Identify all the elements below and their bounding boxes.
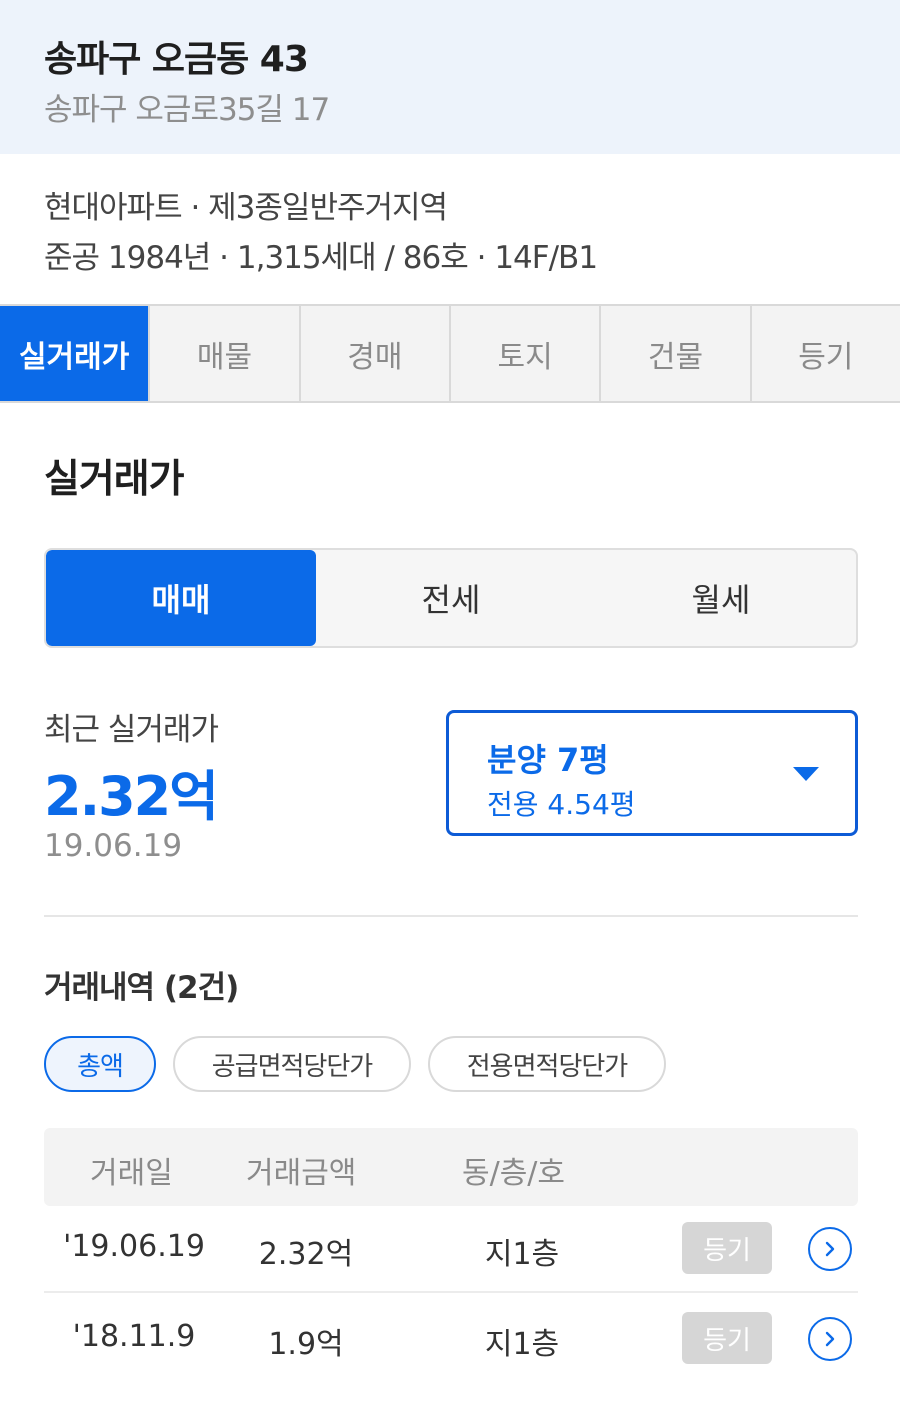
section-title: 실거래가 [44,457,185,502]
column-header-floor: 동/층/호 [462,1156,566,1191]
area-supply-label: 분양 7평 [487,741,609,779]
chevron-right-icon[interactable] [808,1317,852,1361]
segment-jeonse[interactable]: 전세 [316,550,586,646]
column-header-date: 거래일 [90,1156,173,1191]
segment-monthly-rent[interactable]: 월세 [586,550,856,646]
category-tabs: 실거래가 매물 경매 토지 건물 등기 [0,304,900,403]
tab-listings[interactable]: 매물 [150,306,301,401]
row-floor: 지1층 [484,1327,560,1362]
area-select-dropdown[interactable]: 분양 7평 전용 4.54평 [446,710,858,836]
filter-exclusive-unit-price-chip[interactable]: 전용면적당단가 [428,1036,666,1092]
filter-supply-unit-price-chip[interactable]: 공급면적당단가 [173,1036,411,1092]
recent-price-date: 19.06.19 [44,828,183,864]
area-exclusive-label: 전용 4.54평 [487,788,636,821]
chevron-right-icon[interactable] [808,1227,852,1271]
segment-sale[interactable]: 매매 [46,550,316,646]
row-amount: 2.32억 [258,1237,354,1272]
table-row: '19.06.19 2.32억 지1층 등기 [44,1205,858,1293]
row-amount: 1.9억 [268,1327,344,1362]
road-address: 송파구 오금로35길 17 [44,92,330,128]
filter-total-chip[interactable]: 총액 [44,1036,156,1092]
row-date: '19.06.19 [63,1229,205,1264]
tab-auction[interactable]: 경매 [300,306,451,401]
column-header-amount: 거래금액 [246,1156,357,1191]
page-title: 송파구 오금동 43 [44,39,309,80]
tab-registry[interactable]: 등기 [751,306,900,401]
history-table-header: 거래일 거래금액 동/층/호 [44,1128,858,1206]
registry-button[interactable]: 등기 [682,1312,772,1364]
building-type-info: 현대아파트 · 제3종일반주거지역 [44,190,448,226]
row-floor: 지1층 [484,1237,560,1272]
recent-price-label: 최근 실거래가 [44,712,219,748]
tab-building[interactable]: 건물 [601,306,752,401]
tab-land[interactable]: 토지 [450,306,602,401]
table-row: '18.11.9 1.9억 지1층 등기 [44,1295,858,1383]
address-header: 송파구 오금동 43 송파구 오금로35길 17 [0,0,900,154]
row-date: '18.11.9 [72,1319,196,1354]
caret-down-icon [793,767,819,781]
registry-button[interactable]: 등기 [682,1222,772,1274]
history-title: 거래내역 (2건) [44,970,239,1006]
building-spec-info: 준공 1984년 · 1,315세대 / 86호 · 14F/B1 [44,240,598,276]
tab-real-price[interactable]: 실거래가 [0,306,151,401]
deal-type-segment: 매매 전세 월세 [44,548,858,648]
section-divider [44,915,858,917]
recent-price-value: 2.32억 [44,765,219,828]
